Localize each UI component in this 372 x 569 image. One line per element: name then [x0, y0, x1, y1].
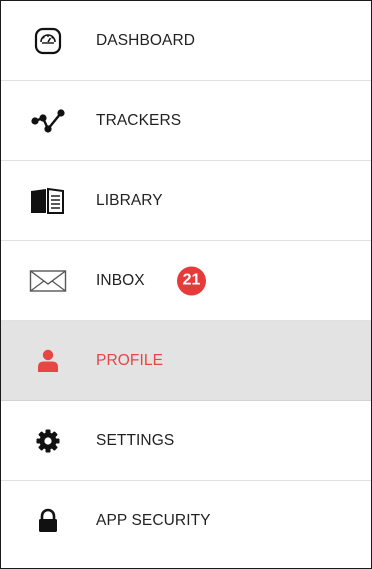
- side-menu: DASHBOARD TRACKERS LIBRARY INBOX 21 PROF…: [0, 0, 372, 569]
- menu-item-label: DASHBOARD: [96, 31, 196, 49]
- dashboard-gauge-icon: [28, 23, 68, 59]
- menu-item-label: LIBRARY: [96, 191, 163, 209]
- trackers-graph-icon: [28, 103, 68, 139]
- menu-item-inbox[interactable]: INBOX 21: [1, 241, 371, 321]
- menu-item-label: INBOX: [96, 271, 145, 289]
- lock-icon: [28, 503, 68, 539]
- menu-item-app-security[interactable]: APP SECURITY: [1, 481, 371, 561]
- menu-item-label: TRACKERS: [96, 111, 182, 129]
- library-book-icon: [28, 183, 68, 219]
- menu-item-dashboard[interactable]: DASHBOARD: [1, 1, 371, 81]
- unread-count-badge: 21: [177, 266, 206, 295]
- inbox-envelope-icon: [28, 263, 68, 299]
- menu-item-profile[interactable]: PROFILE: [1, 321, 371, 401]
- settings-gear-icon: [28, 423, 68, 459]
- profile-person-icon: [28, 343, 68, 379]
- menu-item-trackers[interactable]: TRACKERS: [1, 81, 371, 161]
- menu-item-label: APP SECURITY: [96, 512, 211, 529]
- menu-item-label: PROFILE: [96, 351, 164, 369]
- menu-item-settings[interactable]: SETTINGS: [1, 401, 371, 481]
- menu-item-label: SETTINGS: [96, 431, 175, 449]
- menu-item-library[interactable]: LIBRARY: [1, 161, 371, 241]
